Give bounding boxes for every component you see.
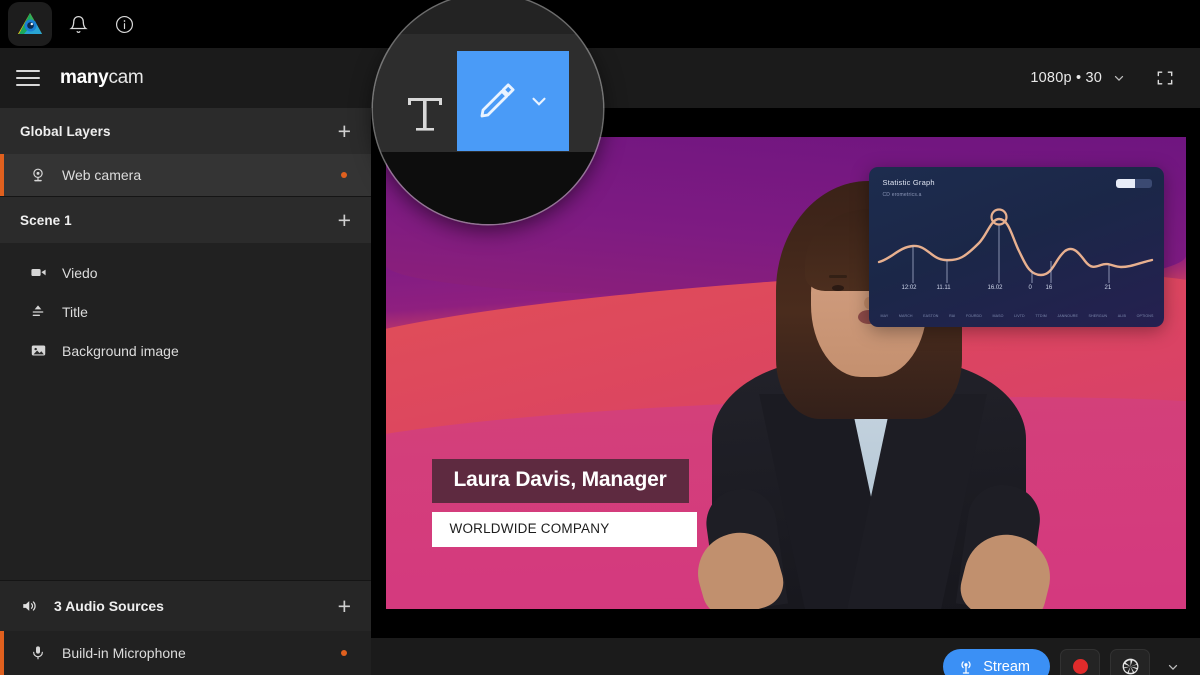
layer-status-dot [341,172,347,178]
global-layers-header: Global Layers + [0,108,371,154]
scene-header: Scene 1 + [0,197,371,243]
audio-item-label: Build-in Microphone [62,645,186,661]
graph-tick: FOURDD [966,314,982,318]
sidebar-item-label: Background image [62,343,179,359]
resolution-selector[interactable]: 1080p • 30 [1030,70,1102,86]
graph-tick: MAY [881,314,889,318]
brand-light: cam [108,67,143,88]
magnifier-bottom-band [373,152,603,224]
lower-third-company: WORLDWIDE COMPANY [432,512,697,547]
chevron-down-icon[interactable] [528,90,550,112]
audio-status-dot [341,650,347,656]
manycam-logo-icon [17,12,43,36]
graph-point-label: 12:02 [902,285,917,291]
magnifier-top-band [373,0,603,34]
bell-icon [69,15,88,34]
fullscreen-button[interactable] [1144,57,1186,99]
magnifier-overlay [373,0,603,224]
shutter-icon [1121,657,1140,675]
graph-tick: MASO [993,314,1004,318]
graph-plot [869,167,1164,327]
statistic-graph-card: Statistic Graph CD erometrics.a 12:02 [869,167,1164,327]
audio-item-build-in-microphone[interactable]: Build-in Microphone [0,631,371,675]
graph-tick: JANNOURE [1057,314,1078,318]
microphone-icon [28,643,48,663]
text-tool-button[interactable] [395,80,455,148]
lower-third-name: Laura Davis, Manager [432,459,689,503]
graph-tick: MARCH [899,314,913,318]
info-icon [115,15,134,34]
stream-button[interactable]: Stream [943,649,1050,675]
global-layers-label: Global Layers [20,124,111,139]
more-options-button[interactable] [1160,660,1186,674]
fullscreen-icon [1155,68,1175,88]
graph-point-label: 16 [1046,285,1053,291]
graph-point-label: 0 [1029,285,1032,291]
graph-point-label: 11.11 [937,285,951,291]
add-global-layer-button[interactable]: + [336,120,353,143]
add-scene-layer-button[interactable]: + [336,209,353,232]
snapshot-button[interactable] [1110,649,1150,675]
hamburger-menu-icon[interactable] [16,66,40,90]
record-dot-icon [1073,659,1088,674]
speaker-icon [20,596,40,616]
graph-tick: TTDIM [1035,314,1046,318]
graph-tick: SHERGUN [1089,314,1108,318]
chevron-down-icon [1166,660,1180,674]
sidebar: manycam Global Layers + Web camera Scene… [0,48,371,675]
record-button[interactable] [1060,649,1100,675]
sidebar-item-video[interactable]: Viedo [0,253,371,292]
scene-layer-list: Viedo Title [0,243,371,370]
graph-tick: OPTIONS [1137,314,1154,318]
image-icon [28,341,48,361]
sidebar-item-label: Web camera [62,167,141,183]
chevron-down-icon[interactable] [1106,71,1132,85]
sidebar-spacer [0,370,371,580]
sidebar-header: manycam [0,48,371,108]
manycam-window: manycam Global Layers + Web camera Scene… [0,0,1200,675]
audio-sources-header: 3 Audio Sources + [0,581,371,631]
audio-sources-section: 3 Audio Sources + Build-in Microphone [0,580,371,675]
audio-sources-label: 3 Audio Sources [54,598,164,614]
graph-point-label: 16.02 [988,285,1003,291]
manycam-logo[interactable] [8,2,52,46]
sidebar-item-title[interactable]: Title [0,292,371,331]
graph-tick: RAI [949,314,955,318]
broadcast-icon [957,658,975,675]
control-bar: Stream [371,638,1200,675]
graph-footer-ticks: MAY MARCH EASTON RAI FOURDD MASO LIVTD T… [881,314,1154,318]
draw-tool-button[interactable] [457,51,569,151]
notifications-button[interactable] [58,4,98,44]
sidebar-item-label: Title [62,304,88,320]
sidebar-item-background-image[interactable]: Background image [0,331,371,370]
webcam-icon [28,165,48,185]
sidebar-item-web-camera[interactable]: Web camera [0,154,371,196]
graph-tick: ALIB [1118,314,1126,318]
lower-third-name-text: Laura Davis, Manager [454,468,667,491]
toolbar-right: 1080p • 30 [1030,57,1200,99]
info-button[interactable] [104,4,144,44]
text-title-icon [28,302,48,322]
scene-label: Scene 1 [20,213,72,228]
lower-third-company-text: WORLDWIDE COMPANY [450,521,610,536]
graph-point-label: 21 [1105,285,1112,291]
pencil-draw-icon [476,80,518,122]
text-tool-icon [405,92,445,136]
brand-title: manycam [60,67,143,89]
add-audio-source-button[interactable]: + [336,595,353,618]
sidebar-item-label: Viedo [62,265,98,281]
stream-button-label: Stream [983,659,1030,675]
graph-tick: LIVTD [1014,314,1025,318]
video-camera-icon [28,263,48,283]
graph-tick: EASTON [923,314,938,318]
brand-bold: many [60,67,108,88]
